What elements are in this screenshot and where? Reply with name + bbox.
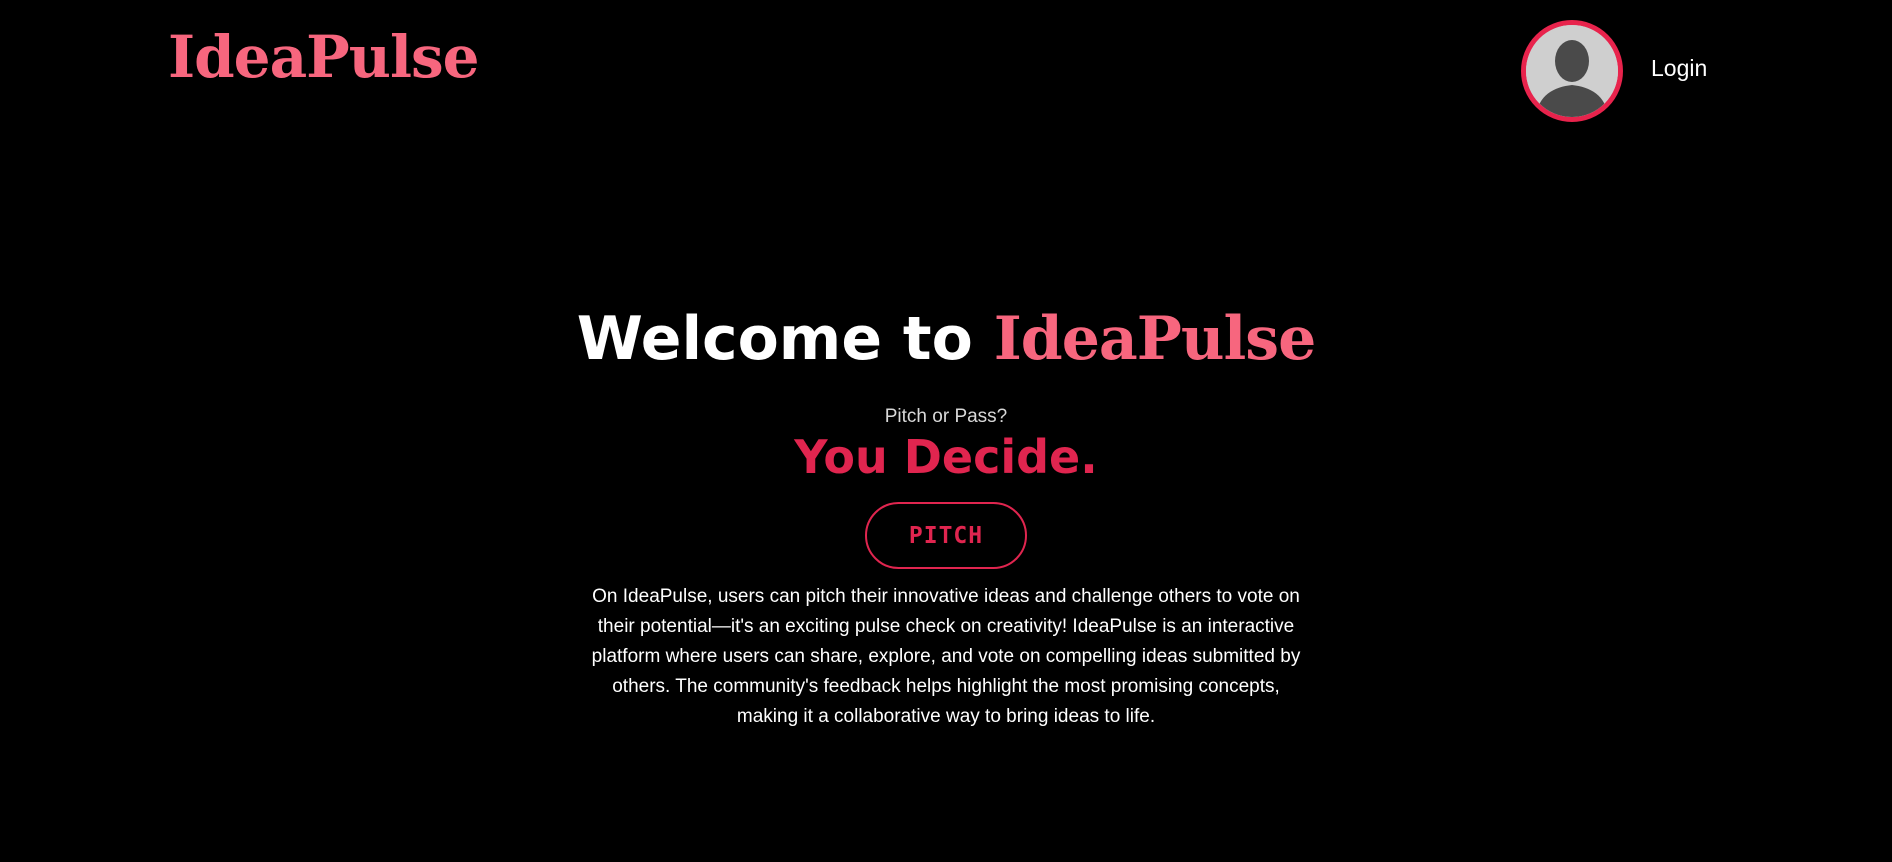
logo[interactable]: IdeaPulse xyxy=(168,28,480,86)
landing-page: IdeaPulse Login Welcome to IdeaPulse Pit… xyxy=(0,0,1892,862)
avatar[interactable] xyxy=(1521,20,1623,122)
tagline: Pitch or Pass? xyxy=(884,406,1008,427)
hero-title: Welcome to IdeaPulse xyxy=(0,306,1892,372)
user-silhouette-icon xyxy=(1526,25,1618,117)
welcome-text: Welcome to xyxy=(576,304,994,374)
brand-text: IdeaPulse xyxy=(993,304,1317,374)
description-paragraph: On IdeaPulse, users can pitch their inno… xyxy=(591,586,1301,727)
decide-heading: You Decide. xyxy=(794,430,1098,484)
login-link[interactable]: Login xyxy=(1651,55,1707,82)
pitch-button[interactable]: PITCH xyxy=(865,502,1027,569)
